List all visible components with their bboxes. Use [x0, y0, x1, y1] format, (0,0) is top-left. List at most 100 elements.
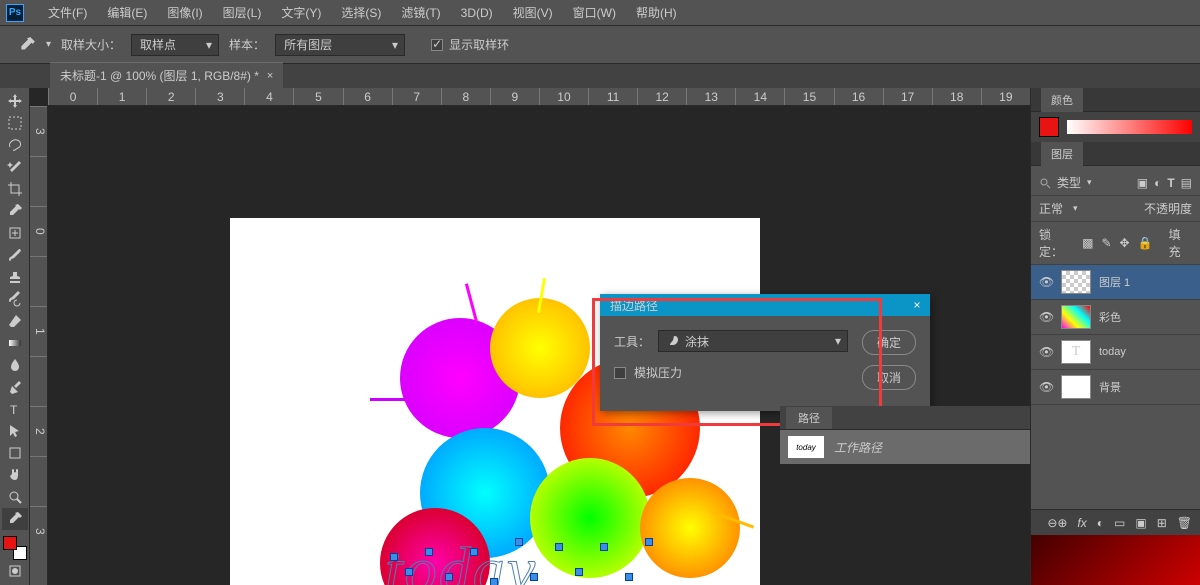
- menu-edit[interactable]: 编辑(E): [97, 4, 157, 21]
- marquee-tool[interactable]: [2, 112, 28, 134]
- visibility-icon[interactable]: 👁: [1039, 380, 1053, 394]
- filter-icon[interactable]: ▤: [1181, 176, 1192, 190]
- new-layer-icon[interactable]: ⊞: [1157, 516, 1167, 530]
- path-item[interactable]: today 工作路径: [780, 430, 1030, 464]
- layers-tab[interactable]: 图层: [1041, 142, 1083, 166]
- path-anchor[interactable]: [515, 538, 523, 546]
- layer-thumbnail[interactable]: [1061, 375, 1091, 399]
- menu-type[interactable]: 文字(Y): [271, 4, 331, 21]
- layer-row[interactable]: 👁 背景: [1031, 370, 1200, 405]
- pen-tool[interactable]: [2, 376, 28, 398]
- link-icon[interactable]: ⊖⊕: [1047, 516, 1067, 530]
- visibility-icon[interactable]: 👁: [1039, 310, 1053, 324]
- history-brush-tool[interactable]: [2, 288, 28, 310]
- ruler-vertical: 30123: [30, 106, 48, 585]
- stamp-tool[interactable]: [2, 266, 28, 288]
- filter-type-label[interactable]: 类型: [1057, 174, 1081, 191]
- sample-select[interactable]: 所有图层: [275, 34, 405, 56]
- type-tool[interactable]: T: [2, 398, 28, 420]
- zoom-tool[interactable]: [2, 486, 28, 508]
- menu-image[interactable]: 图像(I): [157, 4, 212, 21]
- arrow-down-icon[interactable]: ▾: [46, 39, 51, 50]
- lock-all-icon[interactable]: 🔒: [1138, 236, 1153, 250]
- path-select-tool[interactable]: [2, 420, 28, 442]
- search-icon[interactable]: [1039, 177, 1051, 189]
- eraser-tool[interactable]: [2, 310, 28, 332]
- color-tab[interactable]: 颜色: [1041, 88, 1083, 112]
- eyedropper-tool-alt[interactable]: [2, 508, 28, 530]
- lock-brush-icon[interactable]: ✎: [1101, 236, 1111, 250]
- filter-icon[interactable]: ▣: [1137, 176, 1148, 190]
- path-anchor[interactable]: [490, 578, 498, 585]
- group-icon[interactable]: ▣: [1135, 516, 1146, 530]
- layer-thumbnail[interactable]: [1061, 305, 1091, 329]
- layer-row[interactable]: 👁 彩色: [1031, 300, 1200, 335]
- menu-select[interactable]: 选择(S): [331, 4, 391, 21]
- move-tool[interactable]: [2, 90, 28, 112]
- path-anchor[interactable]: [600, 543, 608, 551]
- cancel-button[interactable]: 取消: [862, 365, 916, 390]
- path-anchor[interactable]: [390, 553, 398, 561]
- filter-icon[interactable]: T: [1167, 176, 1174, 190]
- visibility-icon[interactable]: 👁: [1039, 345, 1053, 359]
- menu-window[interactable]: 窗口(W): [563, 4, 626, 21]
- menu-file[interactable]: 文件(F): [38, 4, 97, 21]
- tool-select[interactable]: 涂抹: [658, 330, 848, 352]
- menu-help[interactable]: 帮助(H): [626, 4, 687, 21]
- ok-button[interactable]: 确定: [862, 330, 916, 355]
- smudge-icon: [667, 335, 679, 347]
- sample-size-select[interactable]: 取样点: [131, 34, 219, 56]
- close-icon[interactable]: ×: [267, 70, 273, 82]
- simulate-pressure-checkbox[interactable]: 模拟压力: [614, 364, 848, 381]
- wand-tool[interactable]: [2, 156, 28, 178]
- path-anchor[interactable]: [555, 543, 563, 551]
- color-swatches[interactable]: [3, 536, 27, 560]
- fg-color-swatch[interactable]: [3, 536, 17, 550]
- eyedropper-tool[interactable]: [2, 200, 28, 222]
- layer-thumbnail[interactable]: T: [1061, 340, 1091, 364]
- path-anchor[interactable]: [470, 548, 478, 556]
- path-anchor[interactable]: [625, 573, 633, 581]
- brush-tool[interactable]: [2, 244, 28, 266]
- visibility-icon[interactable]: 👁: [1039, 275, 1053, 289]
- path-anchor[interactable]: [645, 538, 653, 546]
- path-anchor[interactable]: [575, 568, 583, 576]
- color-slider[interactable]: [1067, 120, 1192, 134]
- adjustment-icon[interactable]: ▭: [1114, 516, 1125, 530]
- document-tab[interactable]: 未标题-1 @ 100% (图层 1, RGB/8#) * ×: [50, 62, 283, 88]
- path-anchor[interactable]: [530, 573, 538, 581]
- crop-tool[interactable]: [2, 178, 28, 200]
- dialog-close-button[interactable]: ×: [904, 294, 930, 316]
- filter-icon[interactable]: ◐: [1154, 176, 1161, 190]
- path-anchor[interactable]: [445, 573, 453, 581]
- fx-icon[interactable]: fx: [1077, 516, 1086, 530]
- color-panel: [1031, 112, 1200, 142]
- lock-move-icon[interactable]: ✥: [1120, 236, 1130, 250]
- gradient-tool[interactable]: [2, 332, 28, 354]
- hand-tool[interactable]: [2, 464, 28, 486]
- paths-tab[interactable]: 路径: [786, 407, 832, 429]
- blur-tool[interactable]: [2, 354, 28, 376]
- menu-filter[interactable]: 滤镜(T): [391, 4, 450, 21]
- canvas-area[interactable]: 012345678910111213141516171819 30123: [30, 88, 1030, 585]
- mask-icon[interactable]: ◐: [1097, 516, 1104, 530]
- color-swatch[interactable]: [1039, 117, 1059, 137]
- layer-thumbnail[interactable]: [1061, 270, 1091, 294]
- show-ring-checkbox[interactable]: 显示取样环: [431, 36, 509, 53]
- quickmask-tool[interactable]: [2, 560, 28, 582]
- menu-layer[interactable]: 图层(L): [213, 4, 272, 21]
- lock-pixels-icon[interactable]: ▩: [1082, 236, 1093, 250]
- path-anchor[interactable]: [405, 568, 413, 576]
- dialog-titlebar[interactable]: 描边路径 ×: [600, 294, 930, 316]
- path-anchor[interactable]: [425, 548, 433, 556]
- blend-mode-select[interactable]: 正常: [1039, 200, 1063, 217]
- lasso-tool[interactable]: [2, 134, 28, 156]
- layer-row[interactable]: 👁 T today: [1031, 335, 1200, 370]
- shape-tool[interactable]: [2, 442, 28, 464]
- menu-view[interactable]: 视图(V): [503, 4, 563, 21]
- trash-icon[interactable]: 🗑: [1177, 516, 1192, 530]
- gradient-preview[interactable]: [1031, 535, 1200, 585]
- menu-3d[interactable]: 3D(D): [451, 6, 503, 20]
- heal-tool[interactable]: [2, 222, 28, 244]
- layer-row[interactable]: 👁 图层 1: [1031, 265, 1200, 300]
